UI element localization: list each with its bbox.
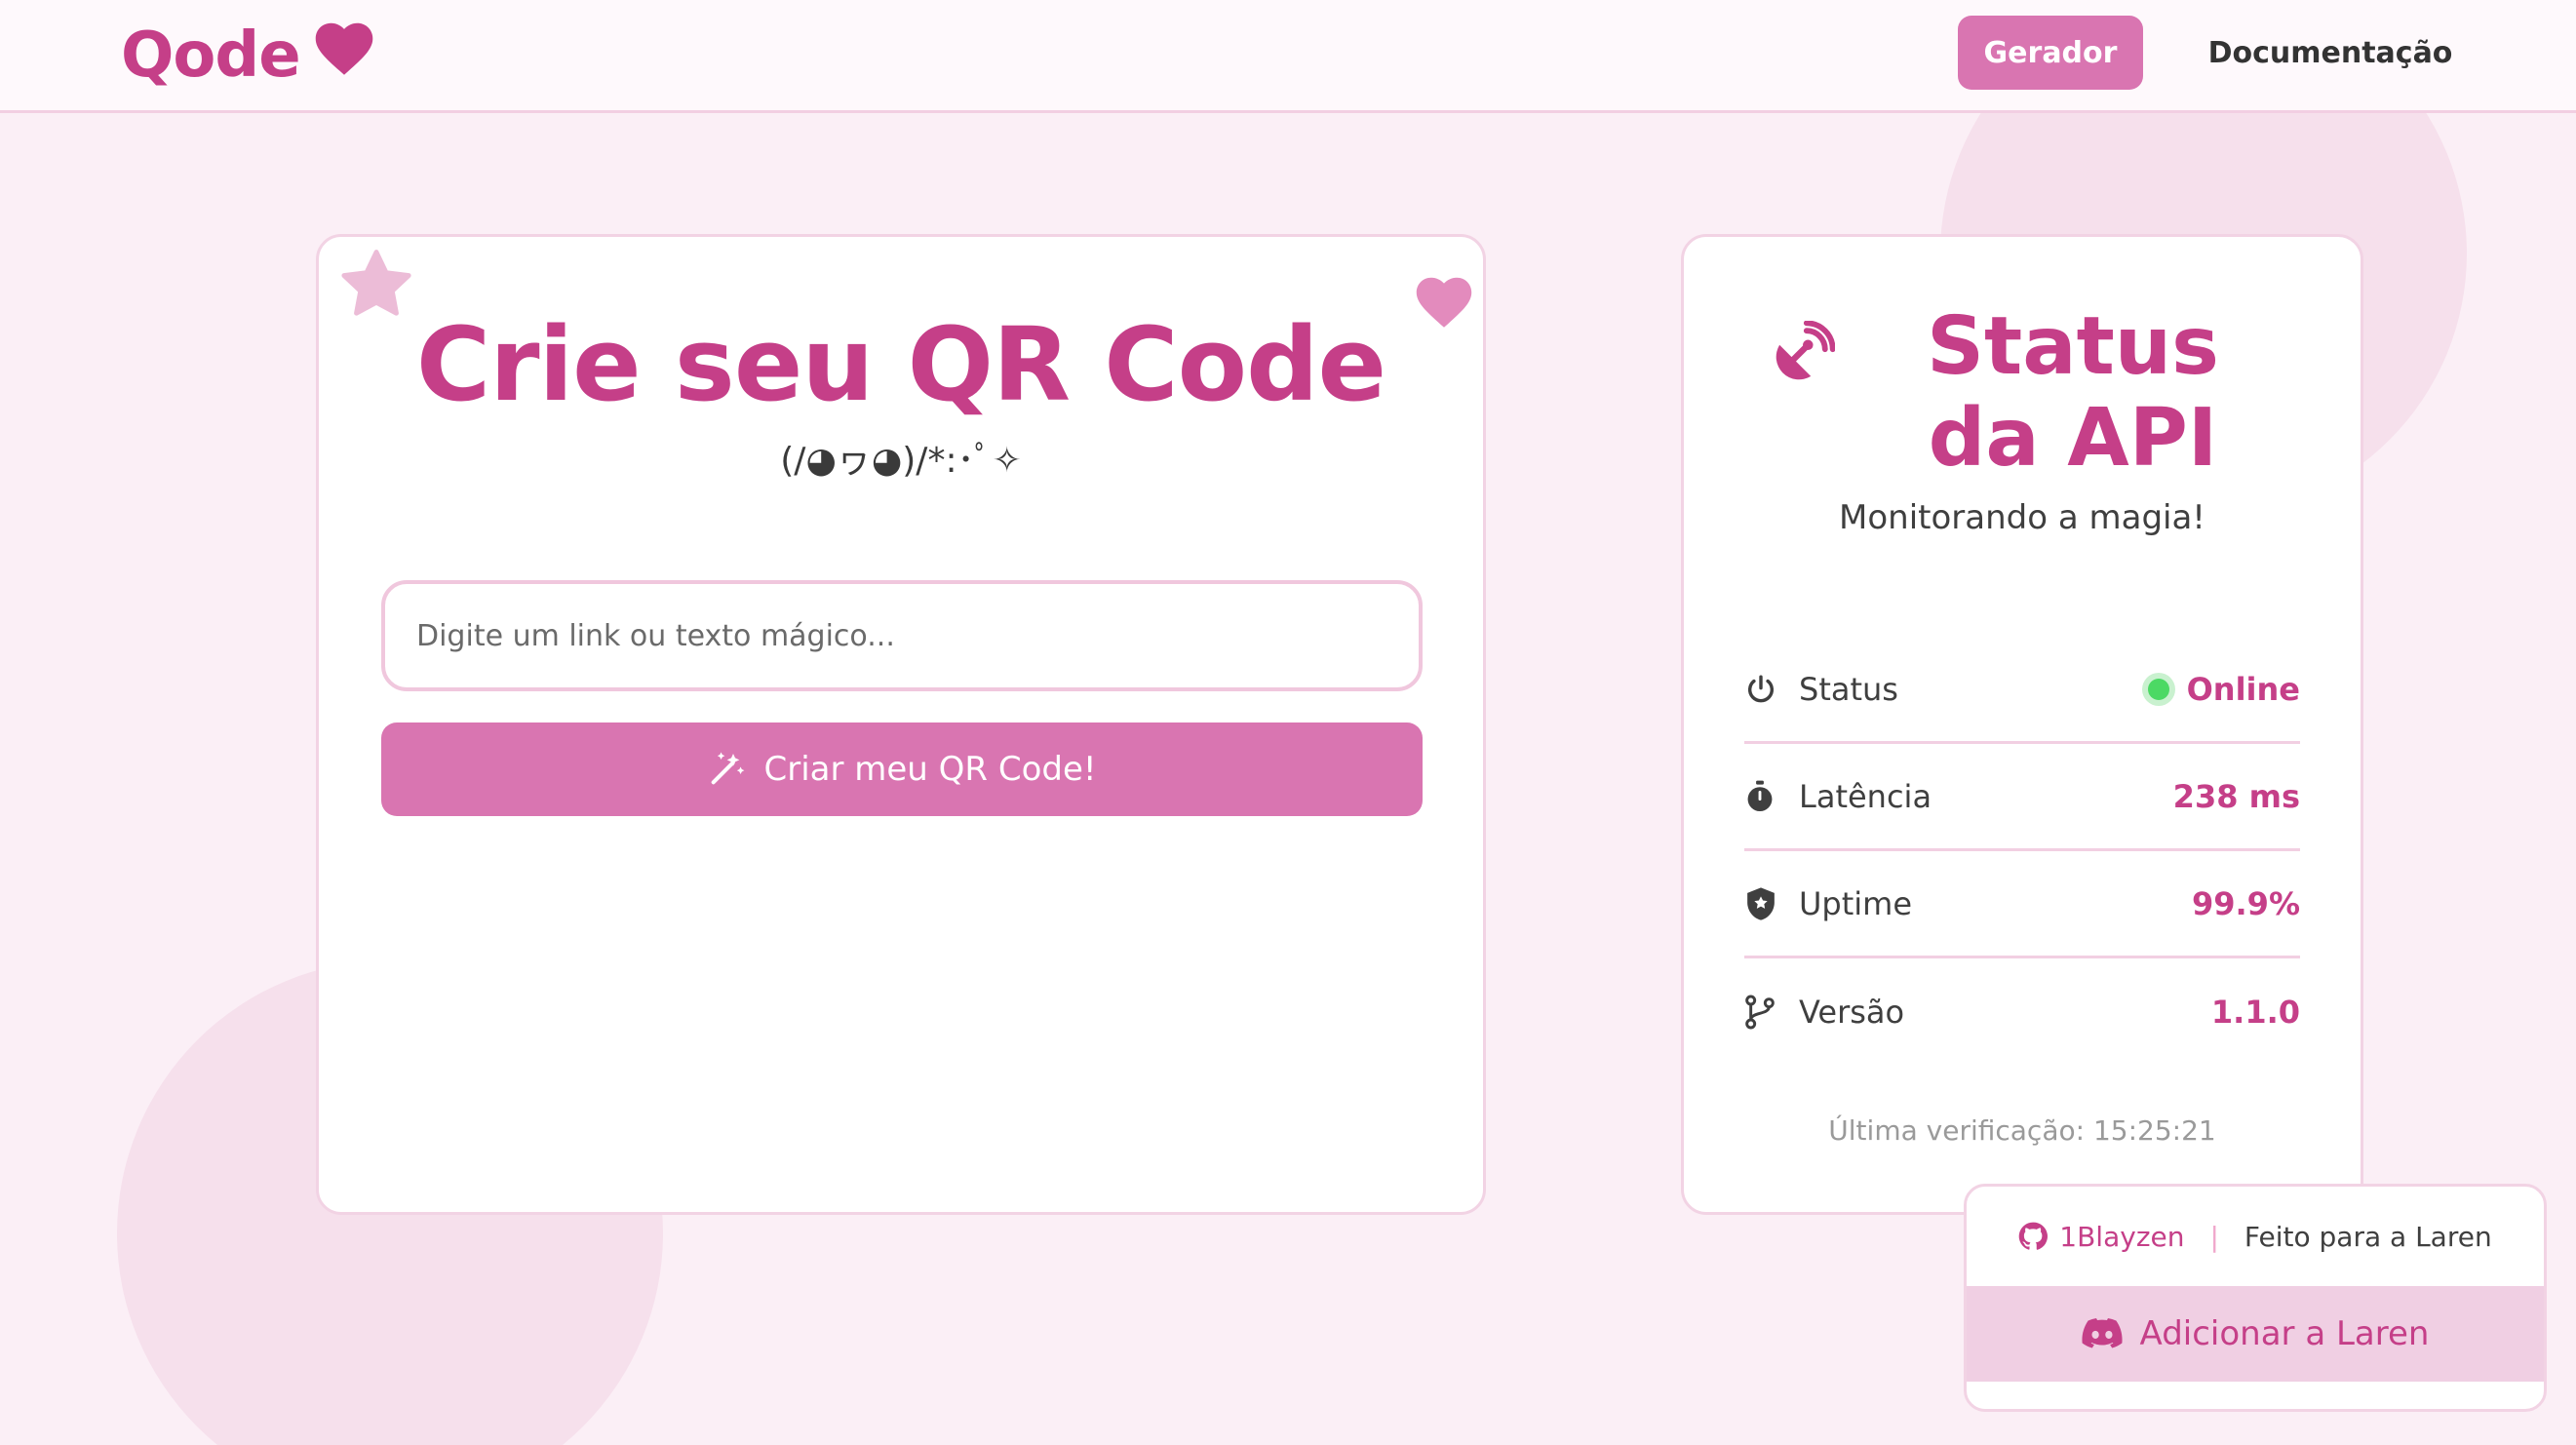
create-qr-button[interactable]: Criar meu QR Code! — [381, 722, 1423, 816]
create-qr-button-label: Criar meu QR Code! — [763, 750, 1097, 789]
online-indicator-dot — [2147, 678, 2169, 700]
stopwatch-icon — [1744, 780, 1799, 813]
discord-icon — [2081, 1317, 2123, 1350]
status-list: Status Online Latência 238 ms Uptime 99.… — [1744, 637, 2300, 1066]
shield-icon — [1744, 886, 1799, 921]
qr-text-input[interactable] — [381, 580, 1423, 691]
latency-value: 238 ms — [2172, 777, 2300, 815]
status-row-latency: Latência 238 ms — [1744, 744, 2300, 851]
credits-widget: 1Blayzen | Feito para a Laren Adicionar … — [1964, 1184, 2547, 1412]
satellite-dish-icon — [1767, 320, 1836, 393]
made-for-text: Feito para a Laren — [2244, 1220, 2492, 1253]
status-row-version: Versão 1.1.0 — [1744, 958, 2300, 1066]
heart-icon — [314, 20, 374, 92]
nav-gerador-button[interactable]: Gerador — [1958, 16, 2143, 90]
last-check-timestamp: Última verificação: 15:25:21 — [1828, 1114, 2216, 1147]
footer-separator: | — [2209, 1220, 2219, 1253]
status-subtitle: Monitorando a magia! — [1839, 498, 2205, 537]
nav-documentacao-link[interactable]: Documentação — [2184, 16, 2477, 90]
github-icon — [2018, 1222, 2049, 1251]
uptime-value: 99.9% — [2191, 884, 2300, 922]
add-to-discord-button[interactable]: Adicionar a Laren — [1967, 1286, 2544, 1382]
power-icon — [1744, 673, 1799, 706]
generator-title: Crie seu QR Code — [415, 305, 1386, 424]
logo-text: Qode — [121, 20, 301, 92]
branch-icon — [1744, 995, 1799, 1030]
status-value: Online — [2186, 670, 2300, 708]
uptime-label: Uptime — [1799, 884, 1913, 922]
status-label: Status — [1799, 670, 1898, 708]
magic-wand-icon — [707, 750, 746, 789]
status-title: Status da API — [1927, 300, 2219, 485]
version-label: Versão — [1799, 994, 1905, 1031]
app-logo[interactable]: Qode — [121, 20, 374, 92]
version-value: 1.1.0 — [2210, 994, 2300, 1031]
status-row-status: Status Online — [1744, 637, 2300, 744]
qr-generator-card: Crie seu QR Code (/◕ヮ◕)/*:･ﾟ✧ Criar meu … — [316, 234, 1486, 1215]
github-link[interactable]: 1Blayzen — [2018, 1221, 2184, 1253]
top-navbar: Qode Gerador Documentação — [0, 0, 2576, 113]
github-username: 1Blayzen — [2059, 1220, 2185, 1253]
kaomoji-text: (/◕ヮ◕)/*:･ﾟ✧ — [780, 441, 1022, 481]
status-row-uptime: Uptime 99.9% — [1744, 851, 2300, 958]
discord-button-label: Adicionar a Laren — [2139, 1314, 2430, 1353]
latency-label: Latência — [1799, 777, 1932, 815]
api-status-card: Status da API Monitorando a magia! Statu… — [1681, 234, 2363, 1215]
